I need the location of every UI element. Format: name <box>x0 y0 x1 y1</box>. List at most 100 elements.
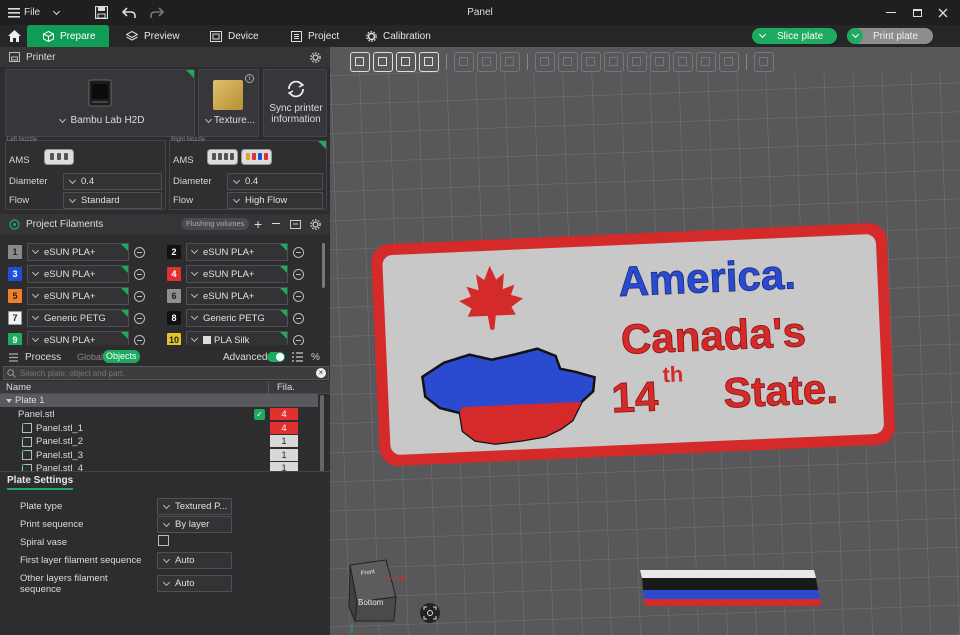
info-icon[interactable]: i <box>245 74 254 83</box>
process-global-toggle[interactable]: Global <box>77 352 103 362</box>
grid-arrange-icon[interactable] <box>373 52 393 72</box>
scene-canvas[interactable]: America. Canada's 14 th State. Front Bot… <box>330 47 960 635</box>
right-diameter-select[interactable]: 0.4 <box>227 173 323 190</box>
filament-type-select[interactable]: Generic PETG <box>27 309 129 327</box>
plate-row[interactable]: Plate 1 <box>0 394 318 407</box>
filament-type-select[interactable]: Generic PETG <box>186 309 288 327</box>
zoom-to-fit-icon[interactable] <box>420 603 440 623</box>
filament-remove-icon[interactable] <box>293 312 304 324</box>
filament-sync-icon[interactable] <box>290 219 302 230</box>
object-row[interactable]: Panel.stl ✓ 4 <box>0 408 318 421</box>
part-row[interactable]: Panel.stl_2 1 <box>0 435 318 448</box>
filament-slot[interactable]: 1 eSUN PLA+ <box>8 243 145 261</box>
tab-prepare[interactable]: Prepare <box>27 25 109 47</box>
plate-layout-icon[interactable] <box>419 52 439 72</box>
print-sequence-select[interactable]: By layer <box>157 516 232 533</box>
filament-type-select[interactable]: eSUN PLA+ <box>27 243 129 261</box>
undo-icon[interactable] <box>120 0 138 25</box>
print-icon[interactable] <box>477 52 497 72</box>
tab-calibration[interactable]: Calibration <box>366 25 446 47</box>
object-search-box[interactable]: Search plate, object and part. × <box>3 366 329 380</box>
filament-slot[interactable]: 9 eSUN PLA+ <box>8 331 145 345</box>
other-layers-sequence-select[interactable]: Auto <box>157 575 232 592</box>
filament-badge[interactable]: 1 <box>270 448 298 461</box>
filament-badge[interactable]: 1 <box>270 435 298 447</box>
maximize-icon[interactable] <box>906 0 928 25</box>
tab-project[interactable]: Project <box>291 25 361 47</box>
filament-slot[interactable]: 5 eSUN PLA+ <box>8 287 145 305</box>
printer-select-card[interactable]: Bambu Lab H2D <box>5 69 195 137</box>
plate-slot-icon[interactable] <box>454 52 474 72</box>
process-objects-toggle[interactable]: Objects <box>103 350 140 363</box>
support-paint-icon[interactable] <box>627 52 647 72</box>
filament-remove-icon[interactable] <box>134 268 145 280</box>
copy-icon[interactable] <box>500 52 520 72</box>
file-menu[interactable]: File <box>8 0 42 25</box>
printer-settings-gear-icon[interactable] <box>310 51 321 63</box>
ams-units-icon[interactable] <box>207 149 273 167</box>
visible-check-icon[interactable]: ✓ <box>254 409 265 420</box>
filament-remove-icon[interactable] <box>134 334 145 345</box>
flushing-volumes-button[interactable]: Flushing volumes <box>181 218 250 230</box>
redo-icon[interactable] <box>148 0 166 25</box>
add-object-icon[interactable] <box>350 52 370 72</box>
seam-paint-icon[interactable] <box>650 52 670 72</box>
filament-badge[interactable]: 4 <box>270 408 298 420</box>
minimize-icon[interactable] <box>880 0 902 25</box>
add-plate-icon[interactable] <box>396 52 416 72</box>
percent-icon[interactable]: % <box>311 352 320 363</box>
scale-icon[interactable] <box>581 52 601 72</box>
assembly-icon[interactable] <box>719 52 739 72</box>
filament-remove-icon[interactable] <box>293 246 304 258</box>
slice-plate-button[interactable]: Slice plate <box>752 28 837 44</box>
filament-type-select[interactable]: eSUN PLA+ <box>27 287 129 305</box>
filament-badge[interactable]: 4 <box>270 421 298 434</box>
filament-slot[interactable]: 6 eSUN PLA+ <box>167 287 304 305</box>
close-window-icon[interactable] <box>932 0 954 25</box>
filament-type-select[interactable]: eSUN PLA+ <box>186 265 288 283</box>
filament-type-select[interactable]: eSUN PLA+ <box>27 265 129 283</box>
part-row[interactable]: Panel.stl_3 1 <box>0 448 318 462</box>
rotate-icon[interactable] <box>558 52 578 72</box>
3d-viewport[interactable]: America. Canada's 14 th State. Front Bot… <box>330 47 960 635</box>
filament-remove-icon[interactable] <box>134 312 145 324</box>
home-icon[interactable] <box>5 25 23 47</box>
expand-triangle-icon[interactable] <box>6 398 12 403</box>
tab-device[interactable]: Device <box>210 25 280 47</box>
list-view-icon[interactable] <box>292 352 303 362</box>
filament-type-select[interactable]: eSUN PLA+ <box>186 287 288 305</box>
plate-type-card[interactable]: i Texture... <box>198 69 259 137</box>
filament-slot[interactable]: 10 PLA Silk <box>167 331 304 345</box>
filament-slot[interactable]: 8 Generic PETG <box>167 309 304 327</box>
move-icon[interactable] <box>535 52 555 72</box>
clear-search-icon[interactable]: × <box>316 368 326 378</box>
cut-icon[interactable] <box>604 52 624 72</box>
plate-type-select[interactable]: Textured P... <box>157 498 232 515</box>
left-flow-select[interactable]: Standard <box>63 192 162 209</box>
advanced-toggle[interactable] <box>267 352 285 362</box>
filament-remove-icon[interactable] <box>134 290 145 302</box>
measure-icon[interactable] <box>673 52 693 72</box>
print-plate-button[interactable]: Print plate <box>847 28 933 44</box>
filament-slot[interactable]: 7 Generic PETG <box>8 309 145 327</box>
filament-type-select[interactable]: eSUN PLA+ <box>186 243 288 261</box>
file-dropdown-chevron-icon[interactable] <box>50 0 66 25</box>
filament-slot[interactable]: 4 eSUN PLA+ <box>167 265 304 283</box>
left-diameter-select[interactable]: 0.4 <box>63 173 162 190</box>
right-flow-select[interactable]: High Flow <box>227 192 323 209</box>
filament-remove-icon[interactable] <box>293 268 304 280</box>
save-icon[interactable] <box>92 0 110 25</box>
filament-remove-icon[interactable] <box>134 246 145 258</box>
tab-preview[interactable]: Preview <box>126 25 196 47</box>
filament-remove-icon[interactable] <box>293 334 304 345</box>
part-row[interactable]: Panel.stl_1 4 <box>0 421 318 435</box>
filament-type-select[interactable]: PLA Silk <box>186 331 288 345</box>
sync-printer-button[interactable]: Sync printer information <box>263 69 327 137</box>
text-icon[interactable] <box>696 52 716 72</box>
spiral-vase-checkbox[interactable] <box>158 535 169 546</box>
panel-model[interactable]: America. Canada's 14 th State. <box>371 222 896 466</box>
ams-unit-icon[interactable] <box>44 149 74 167</box>
add-filament-icon[interactable]: + <box>254 216 262 232</box>
first-layer-sequence-select[interactable]: Auto <box>157 552 232 569</box>
filament-settings-gear-icon[interactable] <box>310 218 321 230</box>
